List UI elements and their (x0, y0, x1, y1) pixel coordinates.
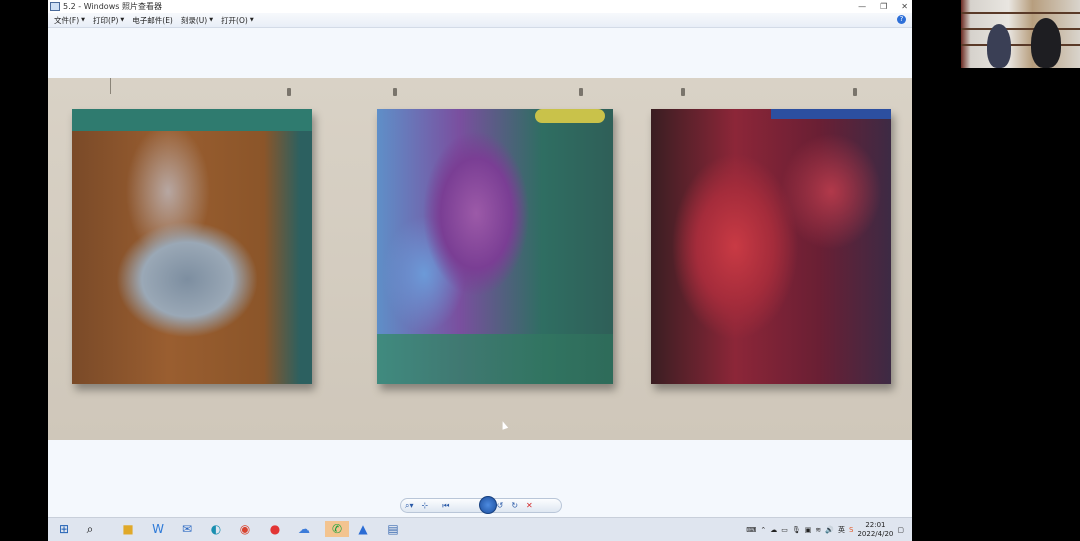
clock-date: 2022/4/20 (857, 530, 894, 538)
actual-size-button[interactable]: ⊹ (422, 501, 429, 510)
chevron-down-icon: ▼ (81, 17, 86, 23)
chrome-icon[interactable]: ◉ (237, 521, 253, 537)
previous-button[interactable]: ⏮ (442, 501, 449, 511)
menu-bar: 文件(F) ▼ 打印(P) ▼ 电子邮件(E) 刻录(U) ▼ 打开(O) ▼ (48, 13, 912, 28)
clock-time: 22:01 (865, 521, 886, 529)
menu-file-label: 文件(F) (54, 15, 80, 25)
wechat-icon[interactable]: ✆ (325, 521, 349, 537)
window-controls: — ❐ ✕ (858, 0, 908, 13)
wps-writer-icon[interactable]: W (150, 521, 166, 537)
mail-icon[interactable]: ✉ (179, 521, 195, 537)
edge-icon[interactable]: ◐ (208, 521, 224, 537)
volume-icon[interactable]: 🔊 (825, 526, 834, 534)
display-icon[interactable]: ▣ (805, 526, 812, 534)
taskbar: ⊞ ⌕ ■ W ✉ ◐ ◉ ● ☁ ✆ ▲ ▤ ⌨ ⌃ ☁ ▭ 🎙 ▣ ≋ 🔊 … (48, 517, 912, 541)
menu-burn[interactable]: 刻录(U) ▼ (181, 15, 213, 26)
hanging-hook (393, 88, 397, 96)
help-icon[interactable]: ? (897, 15, 906, 24)
bookshelf (961, 12, 1080, 14)
video-call-thumbnail (961, 0, 1080, 68)
chevron-down-icon: ▼ (120, 17, 125, 23)
slideshow-button[interactable] (479, 496, 497, 514)
file-explorer-icon[interactable]: ■ (120, 521, 136, 537)
photo-viewer-app-icon (50, 2, 60, 11)
painting-green-band (377, 334, 613, 384)
photos-icon[interactable]: ▤ (385, 521, 401, 537)
minimize-button[interactable]: — (858, 2, 866, 11)
microphone-icon[interactable]: 🎙 (792, 526, 801, 534)
hanging-hook (579, 88, 583, 96)
painting-right (651, 109, 891, 384)
baidu-netdisk-icon[interactable]: ☁ (296, 521, 312, 537)
viewer-controls: ⌕▾ ⊹ ⏮ ⏭ ↺ ↻ ✕ (400, 496, 562, 514)
chevron-up-icon[interactable]: ⌃ (760, 526, 766, 534)
painting-top-band (72, 109, 312, 131)
sogou-icon[interactable]: S (849, 526, 853, 534)
menu-email[interactable]: 电子邮件(E) (132, 15, 173, 26)
person-right (1031, 18, 1061, 68)
search-icon[interactable]: ⌕ (82, 521, 98, 537)
menu-open-label: 打开(O) (221, 15, 248, 25)
person-left (987, 24, 1011, 68)
rotate-right-button[interactable]: ↻ (511, 501, 518, 510)
displayed-photo (48, 78, 912, 440)
menu-print[interactable]: 打印(P) ▼ (93, 15, 124, 26)
close-button[interactable]: ✕ (901, 2, 908, 11)
maximize-button[interactable]: ❐ (880, 2, 887, 11)
hanging-hook (287, 88, 291, 96)
hanging-hook (853, 88, 857, 96)
bookshelf (961, 44, 1080, 46)
window-title: 5.2 - Windows 照片查看器 (63, 2, 162, 11)
photo-viewer-window: 5.2 - Windows 照片查看器 — ❐ ✕ 文件(F) ▼ 打印(P) ▼ … (48, 0, 912, 517)
menu-email-label: 电子邮件(E) (132, 15, 173, 25)
notification-icon[interactable]: ▢ (897, 526, 904, 534)
painting-left (72, 109, 312, 384)
viewer-toolbar: ⌕▾ ⊹ ⏮ ⏭ ↺ ↻ ✕ (48, 492, 912, 517)
battery-icon[interactable]: ▭ (781, 526, 788, 534)
menu-open[interactable]: 打开(O) ▼ (221, 15, 254, 26)
chevron-down-icon: ▼ (249, 17, 254, 23)
chevron-down-icon: ▼ (209, 17, 214, 23)
hanging-wire (110, 78, 111, 94)
menu-print-label: 打印(P) (93, 15, 119, 25)
delete-button[interactable]: ✕ (526, 501, 533, 510)
ime-icon[interactable]: 英 (838, 525, 845, 535)
system-tray: ⌨ ⌃ ☁ ▭ 🎙 ▣ ≋ 🔊 英 S 22:01 2022/4/20 ▢ (746, 520, 904, 540)
zoom-button[interactable]: ⌕▾ (405, 501, 414, 511)
netease-music-icon[interactable]: ● (267, 521, 283, 537)
image-canvas (48, 28, 912, 492)
menu-burn-label: 刻录(U) (180, 15, 208, 25)
hanging-hook (681, 88, 685, 96)
wifi-icon[interactable]: ≋ (815, 526, 821, 534)
painting-center (377, 109, 613, 384)
clock[interactable]: 22:01 2022/4/20 (857, 521, 893, 539)
windows-start-icon[interactable]: ⊞ (56, 521, 72, 537)
rotate-left-button[interactable]: ↺ (497, 501, 504, 510)
lanxin-icon[interactable]: ▲ (355, 521, 371, 537)
keyboard-icon[interactable]: ⌨ (746, 526, 756, 534)
painting-yellow-stroke (535, 109, 605, 123)
cloud-icon[interactable]: ☁ (770, 526, 777, 534)
painting-blue-band (771, 109, 891, 119)
title-bar: 5.2 - Windows 照片查看器 — ❐ ✕ (48, 0, 912, 13)
menu-file[interactable]: 文件(F) ▼ (54, 15, 85, 26)
bookshelf (961, 28, 1080, 30)
